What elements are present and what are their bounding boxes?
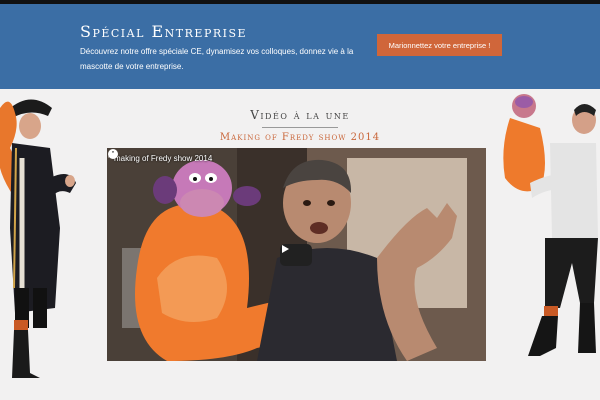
video-player[interactable]: making of Fredy show 2014 [107, 148, 486, 361]
banner-title: Spécial Entreprise [80, 22, 248, 41]
section-divider [262, 127, 338, 128]
enterprise-banner: Spécial Entreprise Découvrez notre offre… [0, 4, 600, 89]
share-icon[interactable] [107, 148, 119, 160]
play-button[interactable] [280, 244, 312, 266]
play-icon [282, 245, 289, 253]
video-title-overlay: making of Fredy show 2014 [114, 154, 213, 163]
puppeteer-with-monkey-image [503, 94, 598, 356]
banner-description: Découvrez notre offre spéciale CE, dynam… [80, 47, 354, 71]
marionnettez-button[interactable]: Marionnettez votre entreprise ! [377, 34, 502, 56]
pirate-puppeteer-image [0, 99, 76, 378]
